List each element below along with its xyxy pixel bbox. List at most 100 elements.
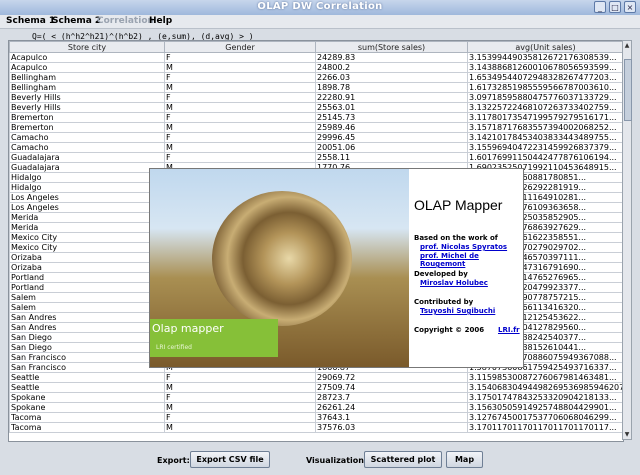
table-cell[interactable]: M (164, 382, 316, 393)
table-cell[interactable]: Tacoma (9, 412, 165, 423)
table-row[interactable]: Bremerton F 25145.73 3.11780173547199579279… (9, 112, 623, 123)
table-cell[interactable]: F (164, 152, 316, 163)
table-row[interactable]: Camacho F 29996.45 3.1421017845340383344348… (9, 132, 623, 143)
minimize-icon[interactable]: _ (594, 1, 606, 13)
lri-link[interactable]: LRI.fr (498, 326, 520, 334)
table-cell[interactable]: 20051.06 (315, 142, 468, 153)
table-cell[interactable]: 3.15718717683557394002068252... (467, 122, 623, 133)
table-cell[interactable]: 37576.03 (315, 422, 468, 433)
export-csv-button[interactable]: Export CSV file (190, 451, 270, 468)
table-cell[interactable]: Camacho (9, 132, 165, 143)
maximize-icon[interactable]: □ (609, 1, 621, 13)
table-cell[interactable]: M (164, 142, 316, 153)
table-cell[interactable]: 2558.11 (315, 152, 468, 163)
table-row[interactable]: Camacho M 20051.06 3.1559694047223145992683… (9, 142, 623, 153)
table-cell[interactable]: Merida (9, 222, 165, 233)
table-cell[interactable]: Bellingham (9, 82, 165, 93)
table-cell[interactable]: 25145.73 (315, 112, 468, 123)
author2-link[interactable]: prof. Michel de Rougemont (420, 252, 522, 268)
table-cell[interactable]: F (164, 392, 316, 403)
table-cell[interactable]: 3.12767450017537706068046299... (467, 412, 623, 423)
table-cell[interactable]: F (164, 412, 316, 423)
contributor-link[interactable]: Tsuyoshi Sugibuchi (420, 307, 495, 315)
author1-link[interactable]: prof. Nicolas Spyratos (420, 243, 507, 251)
table-cell[interactable]: Guadalajara (9, 162, 165, 173)
table-row[interactable]: Seattle F 29069.72 3.1159853008727606798146… (9, 372, 623, 383)
table-cell[interactable]: San Francisco (9, 352, 165, 363)
table-cell[interactable]: M (164, 82, 316, 93)
table-cell[interactable]: Salem (9, 292, 165, 303)
table-cell[interactable]: F (164, 372, 316, 383)
table-cell[interactable]: Los Angeles (9, 192, 165, 203)
table-cell[interactable]: M (164, 62, 316, 73)
table-cell[interactable]: 3.15596940472231459926837379... (467, 142, 623, 153)
table-cell[interactable]: 1898.78 (315, 82, 468, 93)
table-cell[interactable]: Hidalgo (9, 182, 165, 193)
table-cell[interactable]: Bremerton (9, 112, 165, 123)
table-cell[interactable]: Portland (9, 272, 165, 283)
column-header[interactable]: Gender (164, 41, 316, 53)
menu-correlation[interactable]: Correlation (97, 16, 154, 26)
table-cell[interactable]: Bellingham (9, 72, 165, 83)
table-cell[interactable]: 3.13225722468107263733402759... (467, 102, 623, 113)
table-cell[interactable]: M (164, 402, 316, 413)
table-cell[interactable]: Camacho (9, 142, 165, 153)
table-scrollbar[interactable]: ▲ ▼ (622, 40, 632, 440)
table-cell[interactable]: 1.61732851985559566787003610... (467, 82, 623, 93)
table-cell[interactable]: 3.15399449035812672176308539... (467, 52, 623, 63)
table-cell[interactable]: Acapulco (9, 62, 165, 73)
table-cell[interactable]: Hidalgo (9, 172, 165, 183)
table-cell[interactable]: Spokane (9, 402, 165, 413)
table-cell[interactable]: F (164, 112, 316, 123)
table-cell[interactable]: Salem (9, 302, 165, 313)
table-cell[interactable]: San Diego (9, 332, 165, 343)
table-cell[interactable]: 37643.1 (315, 412, 468, 423)
table-cell[interactable]: 3.17011701170117011701170117... (467, 422, 623, 433)
table-cell[interactable]: San Andres (9, 322, 165, 333)
developer-link[interactable]: Miroslav Holubec (420, 279, 488, 287)
table-cell[interactable]: Mexico City (9, 242, 165, 253)
table-cell[interactable]: 3.09718595880475776037133729... (467, 92, 623, 103)
table-cell[interactable]: 25989.46 (315, 122, 468, 133)
table-cell[interactable]: 25563.01 (315, 102, 468, 113)
table-cell[interactable]: Seattle (9, 382, 165, 393)
table-row[interactable]: Acapulco F 24289.83 3.153994490358126721763… (9, 52, 623, 63)
table-cell[interactable]: Merida (9, 212, 165, 223)
table-cell[interactable]: M (164, 422, 316, 433)
table-cell[interactable]: Los Angeles (9, 202, 165, 213)
table-cell[interactable]: Orizaba (9, 252, 165, 263)
table-cell[interactable]: 1.65349544072948328267477203... (467, 72, 623, 83)
table-cell[interactable]: Tacoma (9, 422, 165, 433)
column-header[interactable]: Store city (9, 41, 165, 53)
table-cell[interactable]: 22280.91 (315, 92, 468, 103)
table-cell[interactable]: F (164, 132, 316, 143)
close-icon[interactable]: × (624, 1, 636, 13)
table-cell[interactable]: 29996.45 (315, 132, 468, 143)
column-header[interactable]: avg(Unit sales) (467, 41, 623, 53)
table-cell[interactable]: 3.11598530087276067981463481... (467, 372, 623, 383)
table-cell[interactable]: F (164, 92, 316, 103)
table-row[interactable]: Bellingham M 1898.78 1.61732851985559566787… (9, 82, 623, 93)
table-cell[interactable]: 3.14210178453403833443489755... (467, 132, 623, 143)
table-cell[interactable]: 3.15406830494498269536985946207... (467, 382, 623, 393)
table-row[interactable]: Spokane F 28723.7 3.17501747843253320904218… (9, 392, 623, 403)
table-row[interactable]: Tacoma M 37576.03 3.17011701170117011701170… (9, 422, 623, 433)
table-cell[interactable]: 27509.74 (315, 382, 468, 393)
table-cell[interactable]: 3.17501747843253320904218133... (467, 392, 623, 403)
menu-schema-2[interactable]: Schema 2 (52, 16, 101, 26)
table-row[interactable]: Beverly Hills M 25563.01 3.1322572246810726… (9, 102, 623, 113)
table-cell[interactable]: Seattle (9, 372, 165, 383)
table-cell[interactable]: Orizaba (9, 262, 165, 273)
table-cell[interactable]: Acapulco (9, 52, 165, 63)
table-cell[interactable]: F (164, 72, 316, 83)
table-cell[interactable]: 2266.03 (315, 72, 468, 83)
table-cell[interactable]: San Francisco (9, 362, 165, 373)
menu-schema-1[interactable]: Schema 1 (6, 16, 55, 26)
table-cell[interactable]: San Diego (9, 342, 165, 353)
scattered-plot-button[interactable]: Scattered plot (364, 451, 442, 468)
table-cell[interactable]: Bremerton (9, 122, 165, 133)
table-row[interactable]: Spokane M 26261.24 3.1563050591492574880442… (9, 402, 623, 413)
table-cell[interactable]: 26261.24 (315, 402, 468, 413)
table-cell[interactable]: 24800.2 (315, 62, 468, 73)
table-row[interactable]: Bellingham F 2266.03 1.65349544072948328267… (9, 72, 623, 83)
